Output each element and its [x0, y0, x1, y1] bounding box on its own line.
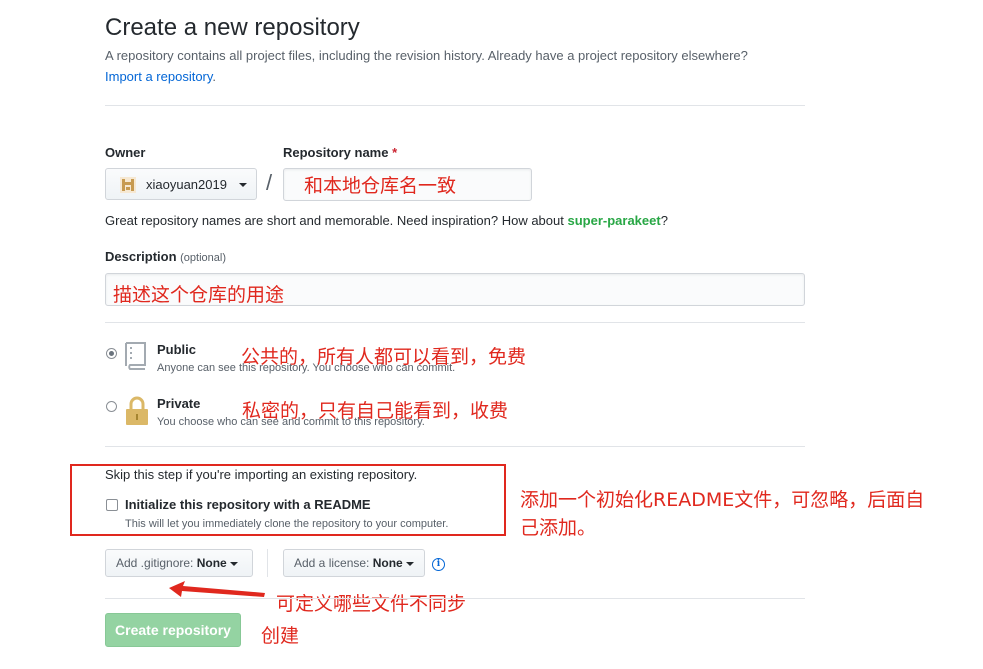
divider-description: [105, 322, 805, 323]
license-value: None: [372, 556, 403, 570]
name-hint-text: Great repository names are short and mem…: [105, 213, 564, 228]
owner-select-button[interactable]: xiaoyuan2019: [105, 168, 257, 200]
annotation-repo-name: 和本地仓库名一致: [304, 175, 457, 197]
name-hint: Great repository names are short and mem…: [105, 213, 668, 228]
divider-header: [105, 105, 805, 106]
import-repository-link[interactable]: Import a repository: [105, 69, 212, 84]
select-separator: [267, 549, 268, 577]
annotation-readme-line2: 己添加。: [520, 517, 597, 539]
import-period: .: [212, 69, 217, 84]
gitignore-label: Add .gitignore:: [116, 556, 194, 570]
page-title: Create a new repository: [105, 14, 360, 41]
caret-down-icon: [406, 561, 415, 566]
import-line: Import a repository.: [105, 69, 216, 84]
owner-repo-separator: /: [266, 170, 273, 195]
info-icon[interactable]: i: [432, 558, 445, 571]
public-radio[interactable]: [106, 348, 117, 359]
readme-highlight-box: [70, 464, 506, 536]
annotation-public: 公共的，所有人都可以看到，免费: [241, 346, 527, 368]
gitignore-select-button[interactable]: Add .gitignore: None: [105, 549, 253, 577]
license-select-button[interactable]: Add a license: None: [283, 549, 425, 577]
annotation-private: 私密的，只有自己能看到，收费: [242, 400, 509, 422]
owner-name: xiaoyuan2019: [146, 177, 227, 192]
description-label: Description (optional): [105, 249, 226, 264]
private-title: Private: [157, 396, 201, 411]
annotation-readme-line1: 添加一个初始化README文件，可忽略，后面自: [520, 489, 925, 511]
description-optional: (optional): [180, 252, 226, 264]
identicon-avatar: [120, 177, 136, 193]
description-label-text: Description: [105, 249, 177, 264]
private-radio[interactable]: [106, 401, 117, 412]
repo-book-icon: [125, 342, 146, 370]
license-label: Add a license:: [294, 556, 370, 570]
annotation-description: 描述这个仓库的用途: [113, 284, 285, 306]
annotation-gitignore: 可定义哪些文件不同步: [276, 593, 467, 615]
repo-name-label: Repository name *: [283, 145, 397, 160]
divider-bottom: [105, 598, 805, 599]
lock-icon: [126, 396, 148, 425]
page-subtitle: A repository contains all project files,…: [105, 48, 748, 63]
repo-name-label-text: Repository name: [283, 145, 389, 160]
create-repository-button[interactable]: Create repository: [105, 613, 241, 647]
public-title: Public: [157, 342, 197, 357]
divider-visibility: [105, 446, 805, 447]
name-suggestion[interactable]: super-parakeet: [567, 213, 660, 228]
required-mark: *: [392, 145, 398, 160]
name-hint-end: ?: [660, 213, 668, 228]
gitignore-value: None: [196, 556, 227, 570]
annotation-create: 创建: [261, 625, 300, 647]
caret-down-icon: [230, 561, 239, 566]
caret-down-icon: [239, 183, 247, 187]
owner-label: Owner: [105, 145, 146, 160]
